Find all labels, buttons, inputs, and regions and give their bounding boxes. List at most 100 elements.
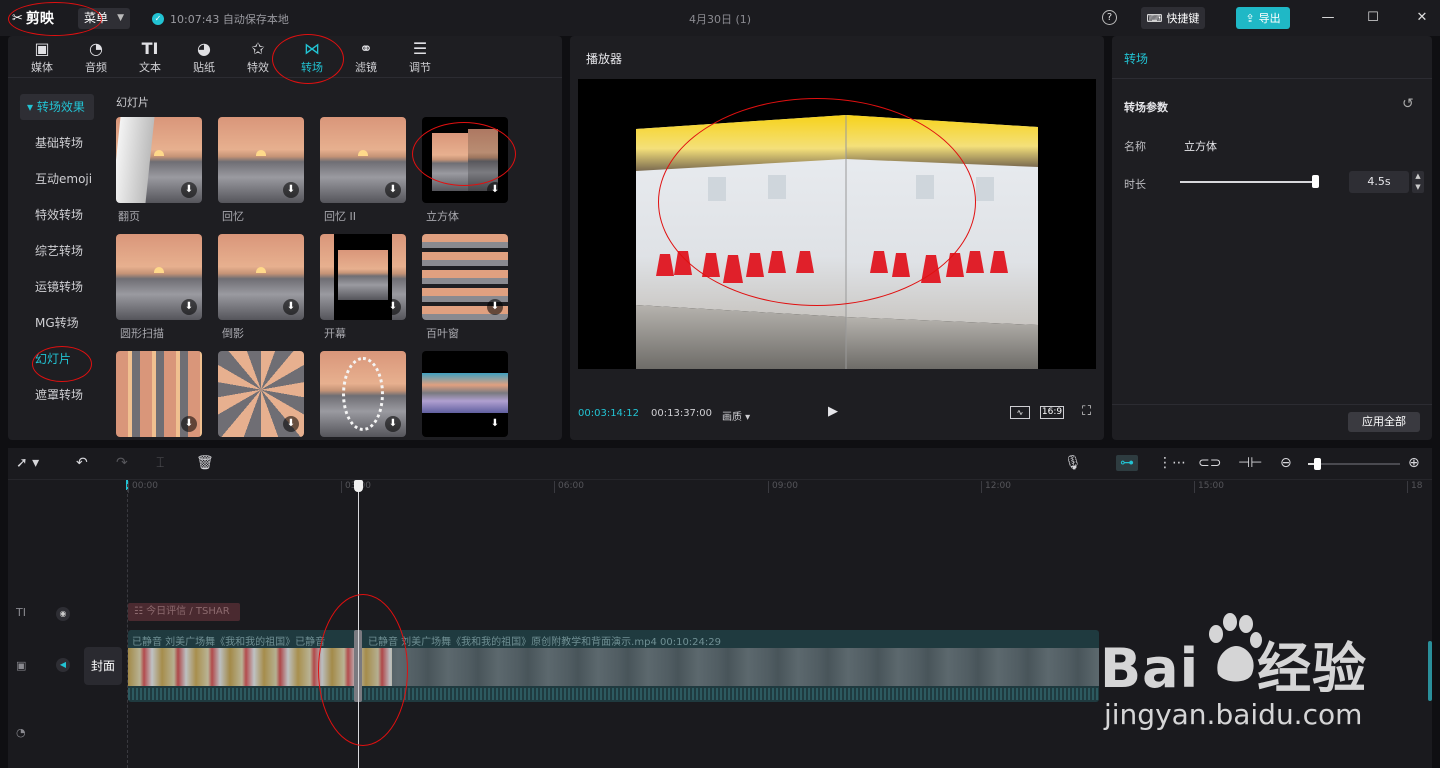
download-icon[interactable]: ⬇ <box>487 299 503 315</box>
download-icon[interactable]: ⬇ <box>385 299 401 315</box>
grid-title: 幻灯片 <box>116 96 149 109</box>
transition-thumb-cube[interactable]: ⬇ <box>422 117 508 203</box>
ruler-tick: 06:00 <box>554 481 584 493</box>
close-button[interactable]: ✕ <box>1411 7 1433 29</box>
category-mg[interactable]: MG转场 <box>20 310 94 336</box>
transition-thumb-slides-2[interactable]: ⬇ <box>218 351 304 437</box>
tab-effects[interactable]: ✩ 特效 <box>236 39 280 75</box>
split-icon[interactable]: ⌶ <box>156 455 164 471</box>
select-tool-icon[interactable]: ➚ ▾ <box>16 455 39 471</box>
zoom-out-icon[interactable]: ⊖ <box>1280 455 1292 471</box>
preview-axis-icon[interactable]: ⊣⊢ <box>1238 455 1262 471</box>
help-icon[interactable]: ? <box>1102 10 1117 25</box>
transition-thumb-reflection[interactable]: ⬇ <box>218 234 304 320</box>
export-button[interactable]: ⇪ 导出 <box>1236 7 1290 29</box>
tab-filter[interactable]: ⚭ 滤镜 <box>344 39 388 75</box>
effects-icon: ✩ <box>251 39 265 58</box>
download-icon[interactable]: ⬇ <box>181 299 197 315</box>
duration-slider[interactable] <box>1180 181 1316 183</box>
download-icon[interactable]: ⬇ <box>487 182 503 198</box>
quality-dropdown[interactable]: 画质 ▾ <box>722 408 750 423</box>
transition-thumb-circle-sweep[interactable]: ⬇ <box>116 234 202 320</box>
category-emoji[interactable]: 互动emoji <box>20 166 94 192</box>
download-icon[interactable]: ⬇ <box>385 416 401 432</box>
zoom-slider[interactable] <box>1308 463 1400 465</box>
transition-thumb-memory[interactable]: ⬇ <box>218 117 304 203</box>
transition-label: 倒影 <box>222 327 244 340</box>
transition-thumb-page-turn[interactable]: ⬇ <box>116 117 202 203</box>
category-variety[interactable]: 综艺转场 <box>20 238 94 264</box>
playhead-handle[interactable] <box>354 480 363 492</box>
time-ruler[interactable]: 00:00 03:00 06:00 09:00 12:00 15:00 18 <box>128 480 1432 494</box>
apply-all-button[interactable]: 应用全部 <box>1348 412 1420 432</box>
ruler-tick: 18 <box>1407 481 1422 493</box>
category-transition-effects[interactable]: ▾ 转场效果 <box>20 94 94 120</box>
tab-media[interactable]: ▣ 媒体 <box>20 39 64 75</box>
tab-text[interactable]: TI 文本 <box>128 39 172 75</box>
divider <box>1112 78 1432 79</box>
text-clip[interactable]: ☷ 今日评信 / TSHAR <box>128 603 240 621</box>
transition-thumb-memory-2[interactable]: ⬇ <box>320 117 406 203</box>
download-icon[interactable]: ⬇ <box>283 416 299 432</box>
main-track-magnet-icon[interactable]: ⊶ <box>1116 455 1138 471</box>
timeline-scrollbar[interactable] <box>1428 641 1432 701</box>
menu-button[interactable]: 菜单 ▼ <box>78 8 130 29</box>
transition-thumb-opening[interactable]: ⬇ <box>320 234 406 320</box>
zoom-in-icon[interactable]: ⊕ <box>1408 455 1420 471</box>
category-camera[interactable]: 运镜转场 <box>20 274 94 300</box>
transition-label: 翻页 <box>118 210 140 223</box>
download-icon[interactable]: ⬇ <box>181 182 197 198</box>
auto-snap-icon[interactable]: ⋮⋯ <box>1158 455 1186 471</box>
ruler-tick: 12:00 <box>981 481 1011 493</box>
transition-thumb-slides-1[interactable]: ⬇ <box>116 351 202 437</box>
tab-sticker[interactable]: ◕ 贴纸 <box>182 39 226 75</box>
transition-thumb-blinds[interactable]: ⬇ <box>422 234 508 320</box>
category-slideshow[interactable]: 幻灯片 <box>20 346 94 372</box>
download-icon[interactable]: ⬇ <box>385 182 401 198</box>
download-icon[interactable]: ⬇ <box>283 182 299 198</box>
undo-icon[interactable]: ↶ <box>76 455 88 471</box>
link-icon[interactable]: ⊂⊃ <box>1198 455 1221 471</box>
play-icon[interactable]: ▶ <box>828 404 844 420</box>
audio-icon: ◔ <box>89 39 103 58</box>
fullscreen-icon[interactable]: ⛶ <box>1082 404 1091 419</box>
zoom-slider-handle[interactable] <box>1314 458 1321 470</box>
sticker-icon: ◕ <box>197 39 211 58</box>
download-icon[interactable]: ⬇ <box>181 416 197 432</box>
maximize-button[interactable]: ☐ <box>1362 7 1384 29</box>
waveform-icon[interactable]: ∿ <box>1010 406 1030 419</box>
tab-audio[interactable]: ◔ 音频 <box>74 39 118 75</box>
quality-label: 画质 <box>722 412 742 423</box>
shortcut-button[interactable]: ⌨ 快捷键 <box>1141 7 1205 29</box>
duration-slider-handle[interactable] <box>1312 175 1319 188</box>
video-clip[interactable]: 已静音 刘美广场舞《我和我的祖国》已静音 已静音 刘美广场舞《我和我的祖国》原创… <box>128 630 1099 702</box>
ruler-tick: 09:00 <box>768 481 798 493</box>
video-preview[interactable] <box>578 79 1096 369</box>
redo-icon[interactable]: ↷ <box>116 455 128 471</box>
transition-thumb-slides-4[interactable]: ⬇ <box>422 351 508 437</box>
duration-input[interactable]: 4.5s <box>1349 171 1409 193</box>
minimize-button[interactable]: — <box>1317 7 1339 29</box>
tab-transition[interactable]: ⋈ 转场 <box>290 39 334 75</box>
category-mask[interactable]: 遮罩转场 <box>20 382 94 408</box>
category-special[interactable]: 特效转场 <box>20 202 94 228</box>
microphone-icon[interactable]: 🎙 <box>1064 455 1082 471</box>
eye-icon[interactable]: ◉ <box>56 607 70 621</box>
playhead[interactable] <box>358 480 359 768</box>
material-panel: ▣ 媒体 ◔ 音频 TI 文本 ◕ 贴纸 ✩ 特效 ⋈ 转场 ⚭ 滤镜 ☰ 调节 ▾ 转场效果 … <box>8 36 562 440</box>
chevron-down-icon: ▼ <box>117 13 124 23</box>
reset-icon[interactable]: ↺ <box>1402 96 1414 112</box>
watermark-brand-cjk: 经验 <box>1257 637 1368 700</box>
duration-stepper[interactable]: ▲ ▼ <box>1412 171 1424 193</box>
cover-button[interactable]: 封面 <box>84 647 122 685</box>
download-icon[interactable]: ⬇ <box>487 416 503 432</box>
delete-icon[interactable]: 🗑 <box>196 455 214 471</box>
keyboard-icon: ⌨ <box>1146 11 1163 25</box>
category-basic[interactable]: 基础转场 <box>20 130 94 156</box>
tab-adjust[interactable]: ☰ 调节 <box>398 39 442 75</box>
aspect-ratio-button[interactable]: 16:9 <box>1040 406 1064 419</box>
transition-label: 开幕 <box>324 327 346 340</box>
mute-icon[interactable]: ◀ <box>56 658 70 672</box>
transition-thumb-slides-3[interactable]: ⬇ <box>320 351 406 437</box>
download-icon[interactable]: ⬇ <box>283 299 299 315</box>
